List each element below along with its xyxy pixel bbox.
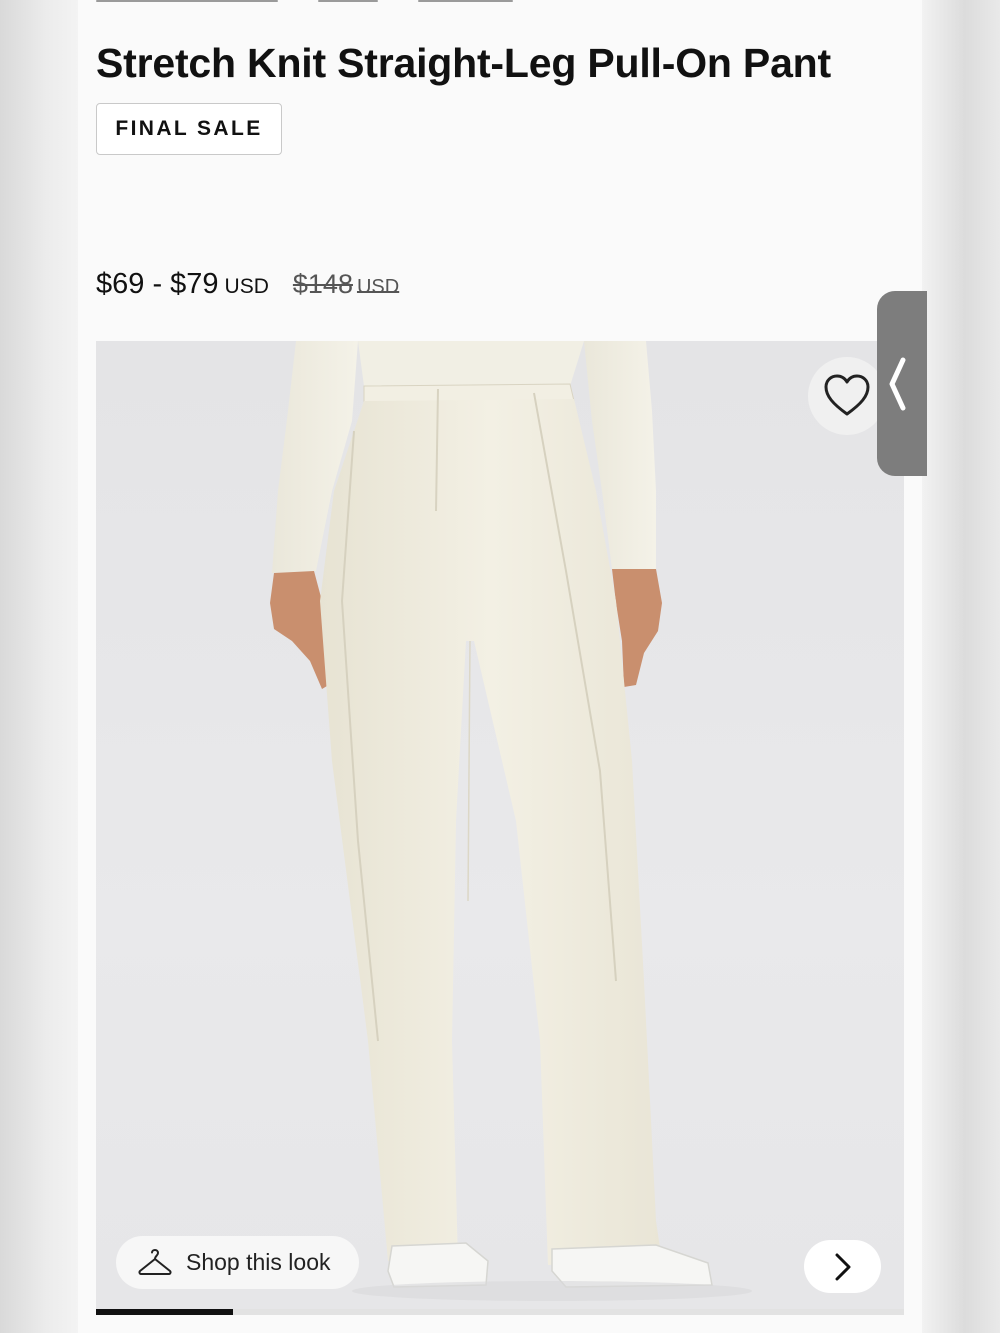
shop-this-look-label: Shop this look: [186, 1249, 331, 1275]
background-left: [0, 0, 78, 1333]
sale-price: $69 - $79: [96, 268, 219, 300]
original-price-currency: USD: [356, 276, 400, 298]
product-title: Stretch Knit Straight-Leg Pull-On Pant: [96, 40, 831, 86]
heart-icon: [824, 374, 870, 416]
original-price-value: $148: [292, 269, 353, 299]
shop-this-look-button[interactable]: Shop this look: [116, 1236, 359, 1289]
product-image-gallery[interactable]: Shop this look: [96, 341, 904, 1311]
original-price: $148 USD: [293, 269, 399, 300]
final-sale-badge: FINAL SALE: [96, 103, 282, 155]
side-drawer-tab[interactable]: [877, 291, 927, 476]
breadcrumb-remnant: [96, 0, 516, 2]
image-progress-track: [96, 1309, 904, 1315]
price-row: $69 - $79 USD $148 USD: [96, 268, 399, 301]
product-page: Stretch Knit Straight-Leg Pull-On Pant F…: [78, 0, 922, 1333]
image-progress-indicator: [96, 1309, 234, 1315]
product-photo: [270, 341, 752, 1301]
hanger-icon: [138, 1248, 172, 1275]
chevron-right-icon: [835, 1253, 850, 1280]
next-image-button[interactable]: [804, 1240, 881, 1293]
background-right: [922, 0, 1000, 1333]
chevron-left-icon: [889, 357, 906, 410]
sale-price-currency: USD: [224, 275, 269, 298]
wishlist-button[interactable]: [808, 357, 886, 435]
